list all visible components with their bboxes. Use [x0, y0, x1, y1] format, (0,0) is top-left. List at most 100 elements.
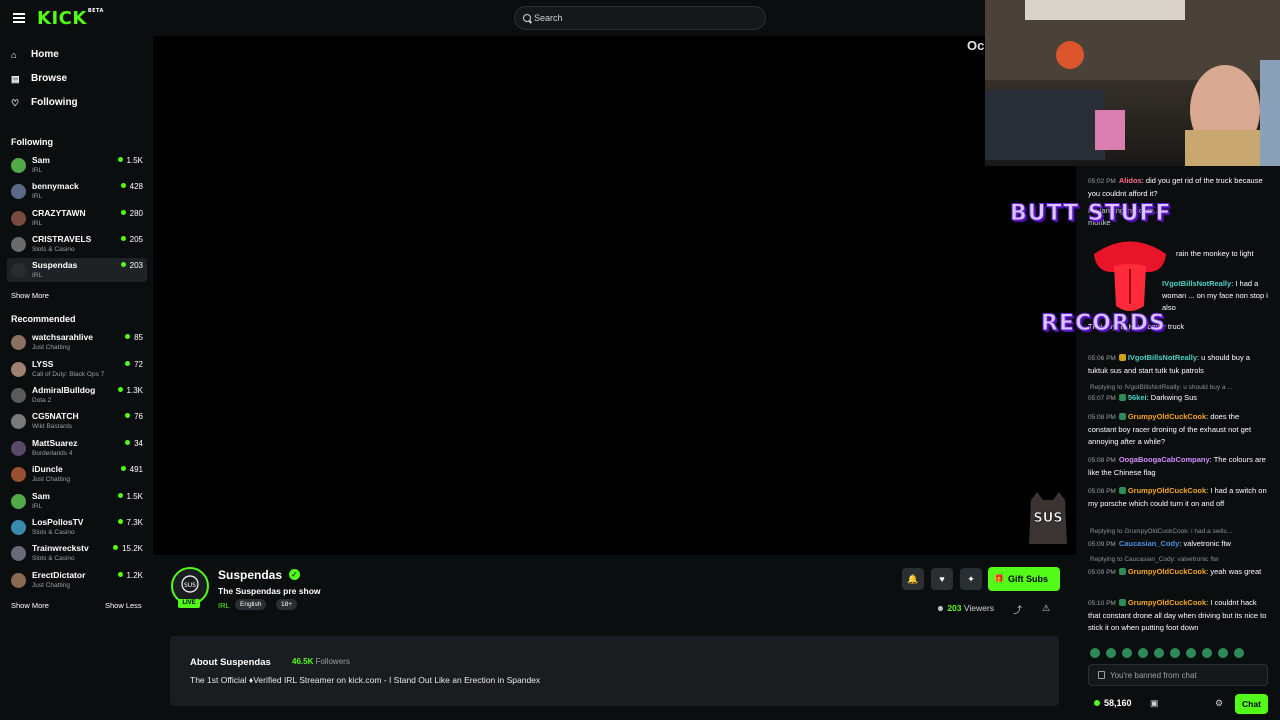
overlay-text-top: BUTT STUFF [1010, 201, 1172, 227]
verified-icon: ✓ [289, 569, 300, 580]
bell-icon[interactable]: 🔔 [902, 568, 924, 590]
recommended-show-less[interactable]: Show Less [105, 601, 142, 610]
channel-name: CRISTRAVELS [32, 234, 92, 244]
kick-logo[interactable]: KICKBETA [37, 8, 104, 29]
about-title: About Suspendas [190, 657, 271, 668]
settings-icon[interactable]: ⚙ [1215, 698, 1223, 709]
channel-category: Wild Bastards [32, 423, 73, 430]
chat-time: 05:07 PM [1088, 395, 1116, 402]
following-show-more[interactable]: Show More [11, 291, 49, 300]
lock-icon [1098, 671, 1105, 679]
chat-message-partial: rain the monkey to light [1176, 248, 1268, 260]
recommended-channel[interactable]: AdmiralBulldog Dota 2 1.3K [7, 383, 147, 407]
recommended-channel[interactable]: Sam IRL 1.5K [7, 489, 147, 513]
emote-icon[interactable] [1154, 648, 1164, 658]
stream-tag[interactable]: 18+ [276, 599, 298, 610]
chat-username[interactable]: Alidos [1119, 176, 1142, 185]
chat-username[interactable]: Caucasian_Cody [1119, 539, 1179, 548]
following-channel[interactable]: bennymack IRL 428 [7, 179, 147, 203]
recommended-show-more[interactable]: Show More [11, 601, 49, 610]
recommended-channel[interactable]: CG5NATCH Wild Bastards 76 [7, 409, 147, 433]
viewer-count: 491 [121, 465, 143, 474]
calendar-icon[interactable]: ▣ [1150, 698, 1159, 709]
search-input[interactable]: Search [514, 6, 766, 30]
viewer-count: 15.2K [113, 544, 143, 553]
chat-time: 05:09 PM [1088, 541, 1116, 548]
avatar [11, 441, 26, 456]
viewer-count: 205 [121, 235, 143, 244]
recommended-channel[interactable]: LYSS Call of Duty: Black Ops 7 72 [7, 357, 147, 381]
avatar [11, 335, 26, 350]
sus-watermark-text: SUS [1033, 511, 1062, 526]
chat-username[interactable]: GrumpyOldCuckCook [1128, 486, 1206, 495]
chat-username[interactable]: 56kei [1128, 393, 1147, 402]
channel-category: Just Chatting [32, 582, 70, 589]
video-corner-text: Oc [967, 38, 985, 53]
emote-icon[interactable] [1138, 648, 1148, 658]
channel-category: IRL [32, 193, 43, 200]
recommended-channel[interactable]: watchsarahlive Just Chatting 85 [7, 330, 147, 354]
stream-category[interactable]: IRL [218, 601, 230, 610]
report-icon[interactable]: ⚠ [1042, 603, 1050, 614]
viewer-count: 203 [121, 261, 143, 270]
sparkle-icon[interactable]: ✦ [960, 568, 982, 590]
emote-icon[interactable] [1202, 648, 1212, 658]
channel-name: bennymack [32, 181, 79, 191]
channel-points[interactable]: 58,160 [1094, 698, 1132, 708]
viewer-count: ☻ 203 Viewers [936, 603, 994, 613]
home-icon: ⌂ [11, 50, 17, 60]
following-channel-active[interactable]: Suspendas IRL 203 [7, 258, 147, 282]
recommended-channel[interactable]: LosPollosTV Slots & Casino 7.3K [7, 515, 147, 539]
avatar [11, 573, 26, 588]
chat-reply-context: Replying to GrumpyOldCuckCook: i had a s… [1090, 528, 1233, 535]
emote-icon[interactable] [1186, 648, 1196, 658]
recommended-channel[interactable]: iDuncle Just Chatting 491 [7, 462, 147, 486]
menu-icon[interactable] [13, 13, 25, 23]
chat-username[interactable]: OogaBoogaCabCompany [1119, 455, 1210, 464]
chat-username[interactable]: GrumpyOldCuckCook [1128, 412, 1206, 421]
share-icon[interactable]: ⤴ [1013, 603, 1022, 616]
sub-badge-icon [1118, 413, 1126, 420]
sub-badge-icon [1118, 599, 1126, 606]
chat-time: 05:08 PM [1088, 488, 1116, 495]
emote-icon[interactable] [1106, 648, 1116, 658]
emote-icon[interactable] [1090, 648, 1100, 658]
chat-reply-context: Replying to IVgotBillsNotReally: u shoul… [1090, 384, 1233, 391]
channel-category: IRL [32, 503, 43, 510]
chat-username[interactable]: GrumpyOldCuckCook [1128, 598, 1206, 607]
overlay-text-bottom: RECORDS [1041, 311, 1166, 337]
following-channel[interactable]: CRISTRAVELS Slots & Casino 205 [7, 232, 147, 256]
chat-message: 05:08 PM GrumpyOldCuckCook: I had a switc… [1088, 485, 1268, 510]
chat-message-partial: IVgotBillsNotReally: I had a woman ... o… [1162, 278, 1268, 314]
chat-reply-context: Replying to Caucasian_Cody: valvetronic … [1090, 556, 1219, 563]
emote-icon[interactable] [1122, 648, 1132, 658]
viewer-count: 76 [125, 412, 143, 421]
chat-time: 05:02 PM [1088, 178, 1116, 185]
emote-icon[interactable] [1170, 648, 1180, 658]
recommended-channel[interactable]: ErectDictator Just Chatting 1.2K [7, 568, 147, 592]
chat-username[interactable]: GrumpyOldCuckCook [1128, 567, 1206, 576]
following-channel[interactable]: Sam IRL 1.5K [7, 153, 147, 177]
chat-message: 05:06 PM IVgotBillsNotReally: u should bu… [1088, 352, 1268, 377]
channel-name: Sam [32, 491, 50, 501]
chat-send-button[interactable]: Chat [1235, 694, 1268, 714]
emote-icon[interactable] [1218, 648, 1228, 658]
chat-message: 05:09 PM Caucasian_Cody: valvetronic ftw [1088, 538, 1268, 551]
heart-icon[interactable]: ♥ [931, 568, 953, 590]
emote-icon[interactable] [1234, 648, 1244, 658]
chat-input-banned[interactable]: You're banned from chat [1088, 664, 1268, 686]
logo-text: KICK [37, 8, 87, 29]
emote-bar[interactable] [1090, 645, 1270, 658]
following-heading: Following [11, 137, 53, 147]
recommended-channel[interactable]: MattSuarez Borderlands 4 34 [7, 436, 147, 460]
stream-tag[interactable]: English [235, 599, 267, 610]
viewer-count: 428 [121, 182, 143, 191]
channel-name[interactable]: Suspendas [218, 568, 282, 582]
banned-text: You're banned from chat [1110, 671, 1197, 680]
video-player[interactable] [153, 36, 1076, 555]
following-channel[interactable]: CRAZYTAWN IRL 280 [7, 206, 147, 230]
recommended-channel[interactable]: Trainwreckstv Slots & Casino 15.2K [7, 541, 147, 565]
chat-username[interactable]: IVgotBillsNotReally [1128, 353, 1197, 362]
webcam-overlay [985, 0, 1280, 166]
gift-subs-button[interactable]: Gift Subs [988, 567, 1060, 591]
